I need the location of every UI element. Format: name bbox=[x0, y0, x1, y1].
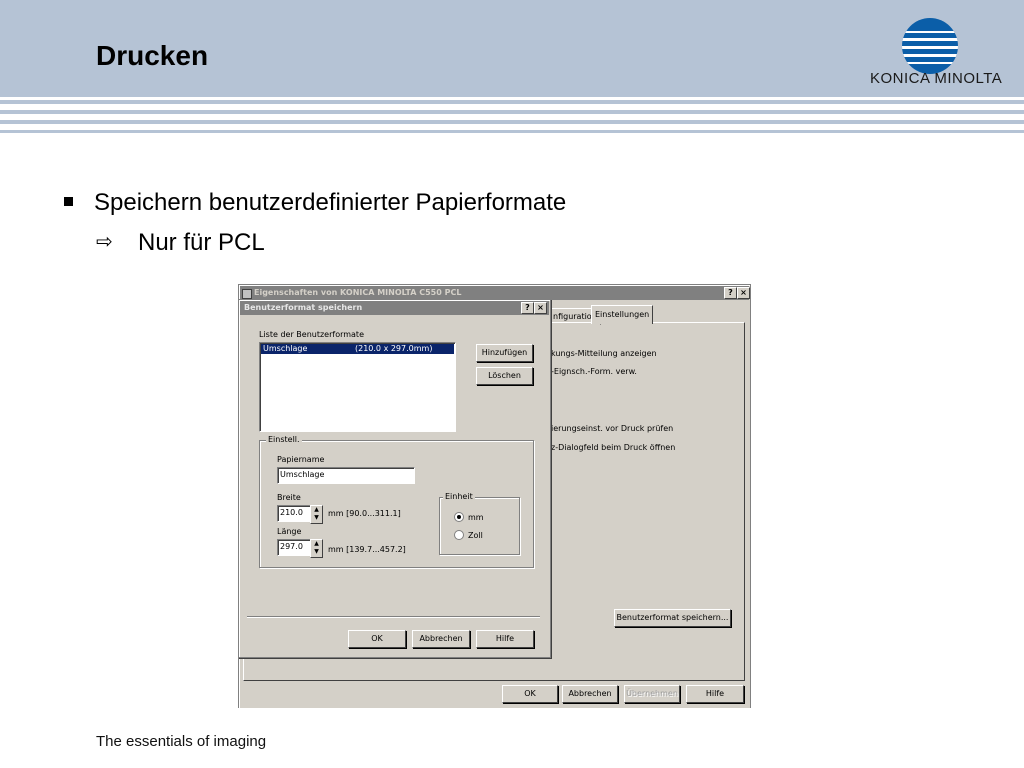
length-label: Länge bbox=[277, 527, 302, 536]
unit-inch-label: Zoll bbox=[468, 531, 483, 540]
close-button[interactable]: × bbox=[737, 287, 750, 299]
help-bottom-button[interactable]: Hilfe bbox=[686, 685, 744, 703]
setting-line-4: z-Dialogfeld beim Druck öffnen bbox=[551, 443, 676, 452]
length-range: mm [139.7...457.2] bbox=[328, 545, 406, 554]
dialog-cancel-button[interactable]: Abbrechen bbox=[412, 630, 470, 648]
papername-value: Umschlage bbox=[280, 470, 325, 479]
list-label: Liste der Benutzerformate bbox=[259, 330, 364, 339]
unit-group: Einheit bbox=[439, 492, 520, 555]
bullet-text: Speichern benutzerdefinierter Papierform… bbox=[94, 189, 567, 216]
apply-button[interactable]: Übernehmen bbox=[624, 685, 680, 703]
save-custom-format-button[interactable]: Benutzerformat speichern... bbox=[614, 609, 731, 627]
bullet-text: Nur für PCL bbox=[138, 229, 265, 256]
unit-group-title: Einheit bbox=[443, 492, 475, 501]
unit-inch-radio[interactable] bbox=[454, 530, 464, 540]
save-custom-format-dialog: Benutzerformat speichern ? × Liste der B… bbox=[238, 299, 551, 658]
help-button[interactable]: ? bbox=[724, 287, 737, 299]
dialog-title: Benutzerformat speichern bbox=[244, 303, 363, 312]
logo-text: KONICA MINOLTA bbox=[870, 70, 1003, 87]
konica-minolta-globe-icon bbox=[902, 18, 958, 74]
settings-group-title: Einstell. bbox=[266, 435, 302, 444]
tab-settings[interactable]: Einstellungen bbox=[591, 305, 654, 324]
list-item-size: (210.0 x 297.0mm) bbox=[355, 344, 433, 353]
dialog-help-button[interactable]: ? bbox=[521, 302, 534, 314]
setting-line-2: -Eignsch.-Form. verw. bbox=[551, 367, 637, 376]
setting-line-1: kungs-Mitteilung anzeigen bbox=[551, 349, 657, 358]
cancel-button[interactable]: Abbrechen bbox=[562, 685, 618, 703]
unit-mm-label: mm bbox=[468, 513, 484, 522]
length-spinner[interactable]: ▲ ▼ bbox=[310, 539, 323, 558]
dialog-titlebar: Benutzerformat speichern bbox=[240, 301, 549, 315]
ok-button[interactable]: OK bbox=[502, 685, 558, 703]
width-spinner[interactable]: ▲ ▼ bbox=[310, 505, 323, 524]
length-input[interactable]: 297.0 bbox=[277, 539, 311, 556]
footer-tagline: The essentials of imaging bbox=[96, 733, 267, 750]
delete-button[interactable]: Löschen bbox=[476, 367, 533, 385]
slide-title: Drucken bbox=[96, 40, 209, 71]
custom-format-list[interactable]: Umschlage (210.0 x 297.0mm) bbox=[259, 342, 456, 432]
width-range: mm [90.0...311.1] bbox=[328, 509, 401, 518]
screenshot: Eigenschaften von KONICA MINOLTA C550 PC… bbox=[238, 282, 751, 708]
papername-label: Papiername bbox=[277, 455, 325, 464]
properties-title: Eigenschaften von KONICA MINOLTA C550 PC… bbox=[254, 288, 462, 297]
width-value: 210.0 bbox=[280, 508, 303, 517]
properties-titlebar: Eigenschaften von KONICA MINOLTA C550 PC… bbox=[240, 286, 749, 300]
width-label: Breite bbox=[277, 493, 301, 502]
unit-mm-radio[interactable] bbox=[454, 512, 464, 522]
length-value: 297.0 bbox=[280, 542, 303, 551]
papername-input[interactable]: Umschlage bbox=[277, 467, 415, 484]
width-input[interactable]: 210.0 bbox=[277, 505, 311, 522]
list-item[interactable]: Umschlage (210.0 x 297.0mm) bbox=[261, 344, 454, 354]
arrow-bullet-icon: ⇨ bbox=[96, 231, 113, 253]
list-item-name: Umschlage bbox=[263, 344, 308, 353]
dialog-close-button[interactable]: × bbox=[534, 302, 547, 314]
add-button[interactable]: Hinzufügen bbox=[476, 344, 533, 362]
header-stripes bbox=[0, 97, 1024, 137]
dialog-help-bottom-button[interactable]: Hilfe bbox=[476, 630, 534, 648]
square-bullet-icon bbox=[64, 197, 73, 206]
printer-icon bbox=[242, 289, 252, 299]
setting-line-3: ierungseinst. vor Druck prüfen bbox=[551, 424, 674, 433]
dialog-ok-button[interactable]: OK bbox=[348, 630, 406, 648]
dialog-separator bbox=[247, 616, 540, 618]
